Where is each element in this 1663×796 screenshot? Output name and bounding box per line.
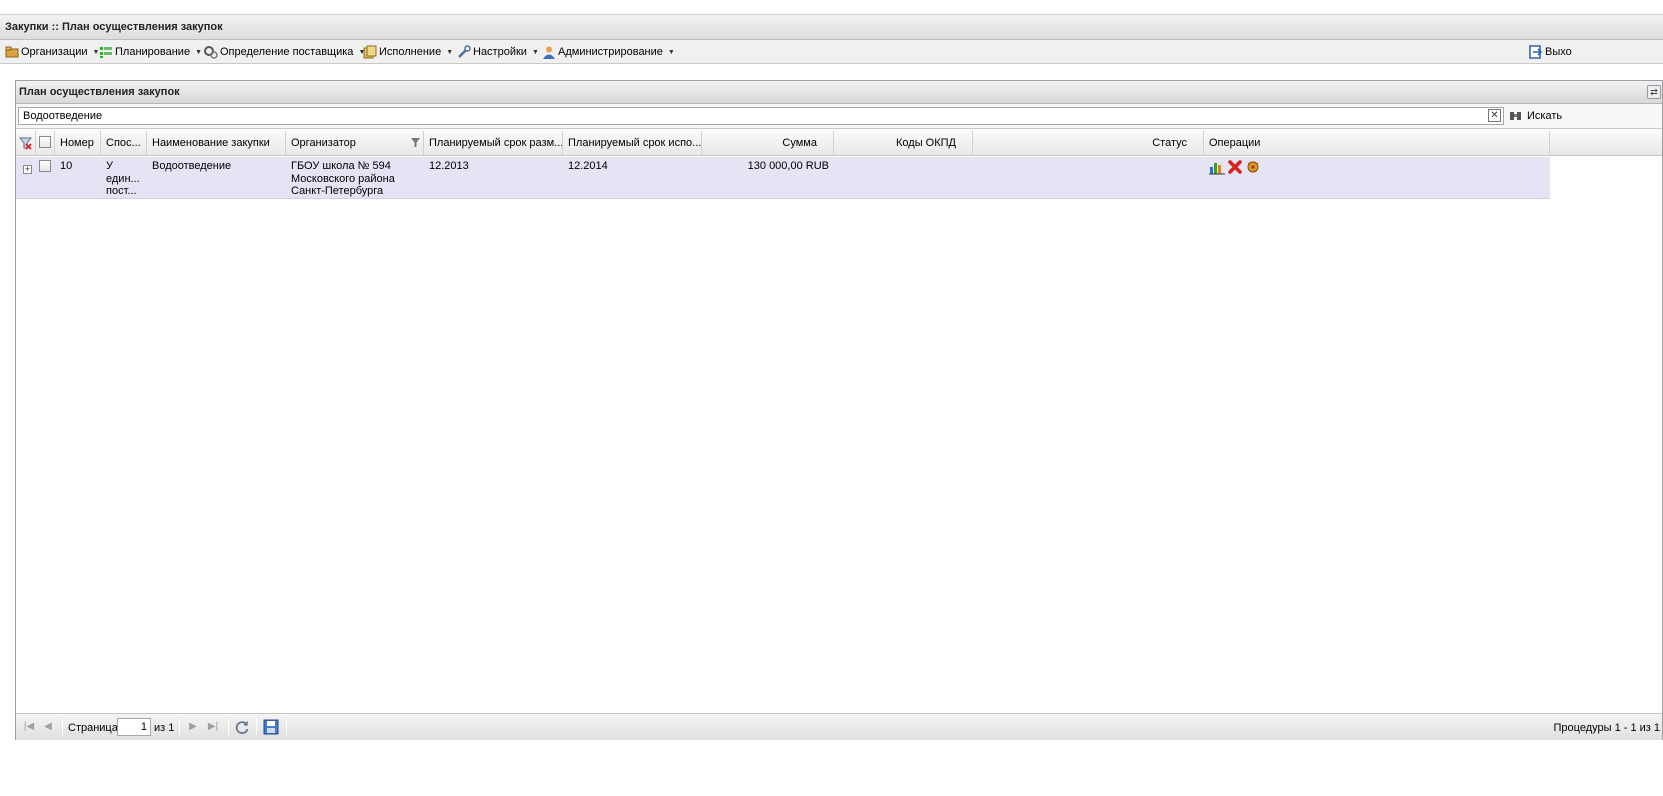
next-page-icon[interactable]: ▶ xyxy=(186,720,200,734)
menu-execution-label: Исполнение xyxy=(379,46,442,58)
cell-placement-date: 12.2013 xyxy=(429,160,469,172)
row-checkbox[interactable] xyxy=(36,157,55,179)
gears-icon xyxy=(204,46,218,59)
menu-execution[interactable]: Исполнение ▼ xyxy=(363,44,453,60)
cell-purchase-name: Водоотведение xyxy=(152,160,232,172)
cell-organizer-line: Санкт-Петербурга xyxy=(291,185,384,197)
pager: |◀ ◀ Страница из 1 ▶ ▶| Процедуры 1 - 1 … xyxy=(16,713,1662,740)
cell-status xyxy=(973,157,1204,163)
col-sum[interactable]: Сумма xyxy=(702,131,834,155)
cell-method-line: У xyxy=(106,160,113,172)
title-bar: Закупки :: План осуществления закупок xyxy=(0,14,1663,40)
menu-settings-label: Настройки xyxy=(473,46,527,58)
refresh-icon[interactable] xyxy=(234,719,250,735)
menu-planning-label: Планирование xyxy=(115,46,191,58)
search-input[interactable] xyxy=(18,107,1504,125)
cell-organizer-line: ГБОУ школа № 594 xyxy=(291,160,391,172)
row-expand-toggle[interactable]: + xyxy=(19,157,36,182)
exit-button[interactable]: Выхо xyxy=(1529,44,1572,60)
cell-method-line: пост... xyxy=(106,185,137,197)
col-method[interactable]: Спос... xyxy=(101,131,147,155)
first-page-icon[interactable]: |◀ xyxy=(22,720,36,734)
filter-icon[interactable] xyxy=(411,138,420,148)
page-count-label: из 1 xyxy=(154,722,175,734)
menu-bar: Организации ▼ Планирование ▼ Определение п… xyxy=(0,40,1663,64)
search-button[interactable]: Искать xyxy=(1509,109,1562,123)
search-button-label: Искать xyxy=(1527,110,1563,122)
page-label: Страница xyxy=(68,722,118,734)
chart-icon[interactable] xyxy=(1209,159,1225,175)
pager-summary: Процедуры 1 - 1 из 1 xyxy=(1553,722,1661,734)
menu-organizations-label: Организации xyxy=(21,46,88,58)
wrench-icon xyxy=(458,45,471,58)
cell-organizer: ГБОУ школа № 594 Московского района Санк… xyxy=(286,157,424,201)
last-page-icon[interactable]: ▶| xyxy=(206,720,220,734)
cell-method-line: един... xyxy=(106,172,140,185)
col-status[interactable]: Статус xyxy=(973,131,1204,155)
menu-administration-label: Администрирование xyxy=(558,46,663,58)
folder-icon xyxy=(5,46,19,58)
col-number[interactable]: Номер xyxy=(55,131,101,155)
user-icon xyxy=(543,46,555,59)
procurement-plan-panel: План осуществления закупок ⇄ ✕ Искать Но… xyxy=(15,80,1663,740)
menu-supplier-selection-label: Определение поставщика xyxy=(220,46,354,58)
save-icon[interactable] xyxy=(263,719,279,735)
window-title: Закупки :: План осуществления закупок xyxy=(5,21,223,33)
cell-number: 10 xyxy=(60,160,73,172)
cell-execution-date: 12.2014 xyxy=(568,160,608,172)
cell-method: У един... пост... xyxy=(101,157,147,201)
panel-header: План осуществления закупок ⇄ xyxy=(16,81,1662,104)
menu-planning[interactable]: Планирование ▼ xyxy=(99,44,202,60)
binoculars-icon xyxy=(1510,112,1521,120)
col-organizer[interactable]: Организатор xyxy=(286,131,424,155)
page-number-input[interactable] xyxy=(117,718,151,736)
menu-supplier-selection[interactable]: Определение поставщика ▼ xyxy=(204,44,365,60)
cell-okpd xyxy=(834,157,973,163)
exit-icon xyxy=(1529,45,1543,59)
emblem-icon[interactable] xyxy=(1245,159,1261,175)
panel-title: План осуществления закупок xyxy=(19,86,180,98)
exit-label: Выхо xyxy=(1545,46,1572,58)
col-okpd[interactable]: Коды ОКПД xyxy=(834,131,973,155)
refresh-panel-icon[interactable]: ⇄ xyxy=(1647,85,1661,99)
grid-header: Номер Спос... Наименование закупки Орган… xyxy=(16,131,1662,156)
list-icon xyxy=(100,47,112,58)
col-execution-date[interactable]: Планируемый срок испо... xyxy=(563,131,702,155)
cell-operations xyxy=(1204,157,1550,177)
col-operations[interactable]: Операции xyxy=(1204,131,1550,155)
cell-sum: 130 000,00 RUB xyxy=(747,160,829,172)
col-purchase-name[interactable]: Наименование закупки xyxy=(147,131,286,155)
documents-icon xyxy=(363,45,377,59)
col-organizer-label: Организатор xyxy=(291,137,356,149)
table-row[interactable]: + 10 У един... пост... Водоотведение ГБО… xyxy=(16,157,1550,199)
clear-search-icon[interactable]: ✕ xyxy=(1488,109,1501,122)
select-all-checkbox[interactable] xyxy=(36,131,55,155)
delete-icon[interactable] xyxy=(1227,159,1243,175)
clear-filters-icon[interactable] xyxy=(16,131,36,155)
search-row: ✕ Искать xyxy=(16,104,1662,129)
menu-administration[interactable]: Администрирование ▼ xyxy=(542,44,675,60)
cell-organizer-line: Московского района xyxy=(291,172,395,185)
prev-page-icon[interactable]: ◀ xyxy=(41,720,55,734)
col-placement-date[interactable]: Планируемый срок разм... xyxy=(424,131,563,155)
menu-organizations[interactable]: Организации ▼ xyxy=(5,44,99,60)
menu-settings[interactable]: Настройки ▼ xyxy=(457,44,539,60)
